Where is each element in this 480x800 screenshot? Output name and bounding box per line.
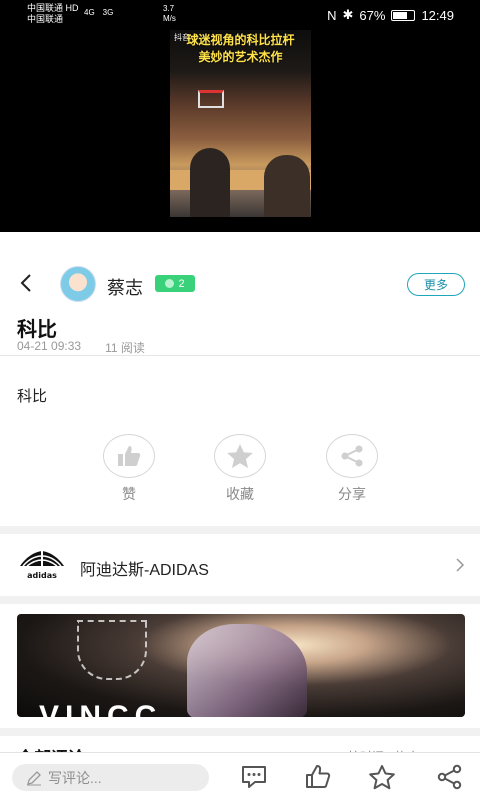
post-header: 蔡志 2 更多 (0, 262, 480, 306)
read-count: 11 阅读 (105, 341, 145, 355)
caption-line2: 美妙的艺术杰作 (198, 50, 283, 64)
signal-indicators: 4G 3G (84, 8, 113, 17)
like-label: 赞 (122, 486, 136, 502)
net-speed-value: 3.7 (163, 4, 175, 13)
carrier-line1: 中国联通 HD (27, 3, 79, 13)
net-speed: 3.7 M/s (163, 4, 176, 24)
favorite-button[interactable]: 收藏 (210, 434, 270, 504)
like-icon[interactable] (304, 764, 332, 790)
net-speed-unit: M/s (163, 14, 176, 23)
video-player[interactable]: 抖音 球迷视角的科比拉杆 美妙的艺术杰作 (0, 30, 480, 232)
banner-player-image (187, 624, 307, 717)
battery-icon (391, 9, 416, 21)
caption-line1: 球迷视角的科比拉杆 (186, 33, 295, 47)
signal2-label: 3G (102, 8, 114, 17)
level-badge: 2 (155, 275, 195, 292)
clock: 12:49 (421, 7, 454, 23)
avatar[interactable] (60, 266, 96, 302)
section-separator-2 (0, 596, 480, 604)
level-icon (165, 279, 175, 288)
level-value: 2 (178, 277, 185, 290)
signal1-label: 4G (84, 8, 95, 17)
post-date: 04-21 09:33 (17, 339, 82, 353)
more-button[interactable]: 更多 (407, 273, 465, 296)
pencil-icon (27, 770, 41, 785)
brand-name: 阿迪达斯-ADIDAS (80, 562, 209, 579)
share-icon (341, 445, 363, 467)
brand-row[interactable]: adidas 阿迪达斯-ADIDAS (0, 534, 480, 596)
adidas-logo-icon: adidas (20, 546, 64, 580)
share-label: 分享 (338, 486, 366, 502)
adidas-logo-text: adidas (27, 571, 57, 580)
section-separator-3 (0, 728, 480, 736)
star-icon (227, 444, 253, 468)
banner-text: VINCC (39, 700, 163, 718)
like-circle (103, 434, 155, 478)
comment-placeholder: 写评论... (48, 769, 102, 786)
crowd-image-2 (264, 155, 310, 217)
crowd-image (190, 148, 230, 217)
nfc-icon: N (327, 7, 337, 23)
favorite-circle (214, 434, 266, 478)
favorite-star-icon[interactable] (368, 764, 396, 790)
battery-percent: 67% (359, 7, 386, 23)
carrier-line2: 中国联通 (27, 14, 64, 24)
divider (0, 355, 480, 356)
comment-input[interactable]: 写评论... (12, 764, 209, 791)
video-caption: 球迷视角的科比拉杆 美妙的艺术杰作 (170, 32, 311, 66)
chevron-right-icon (456, 558, 465, 572)
thumbs-up-icon (118, 446, 141, 466)
carrier-info: 中国联通 HD 中国联通 (27, 3, 79, 25)
post-body: 科比 (17, 388, 48, 405)
like-button[interactable]: 赞 (99, 434, 159, 504)
status-right: N ✱ 67% 12:49 (327, 7, 454, 23)
favorite-label: 收藏 (226, 486, 254, 502)
share-button[interactable]: 分享 (322, 434, 382, 504)
share-icon-bottom[interactable] (436, 764, 464, 790)
author-name[interactable]: 蔡志 (107, 274, 143, 300)
bottom-bar: 写评论... (0, 752, 480, 800)
share-circle (326, 434, 378, 478)
bluetooth-icon: ✱ (342, 7, 354, 22)
post-actions: 赞 收藏 分享 (0, 434, 480, 514)
ad-banner[interactable]: VINCC (17, 614, 465, 717)
post-meta: 04-21 09:33 11 阅读 (17, 339, 145, 356)
section-separator (0, 526, 480, 534)
back-arrow-icon[interactable] (16, 272, 38, 294)
hoop-image (198, 90, 224, 108)
post-title: 科比 (17, 319, 57, 341)
status-bar: 中国联通 HD 中国联通 4G 3G 3.7 M/s N ✱ 67% 12:49 (0, 0, 480, 30)
video-frame[interactable]: 抖音 球迷视角的科比拉杆 美妙的艺术杰作 (170, 30, 311, 217)
banner-net-image (77, 620, 147, 680)
comment-icon[interactable] (240, 764, 268, 790)
